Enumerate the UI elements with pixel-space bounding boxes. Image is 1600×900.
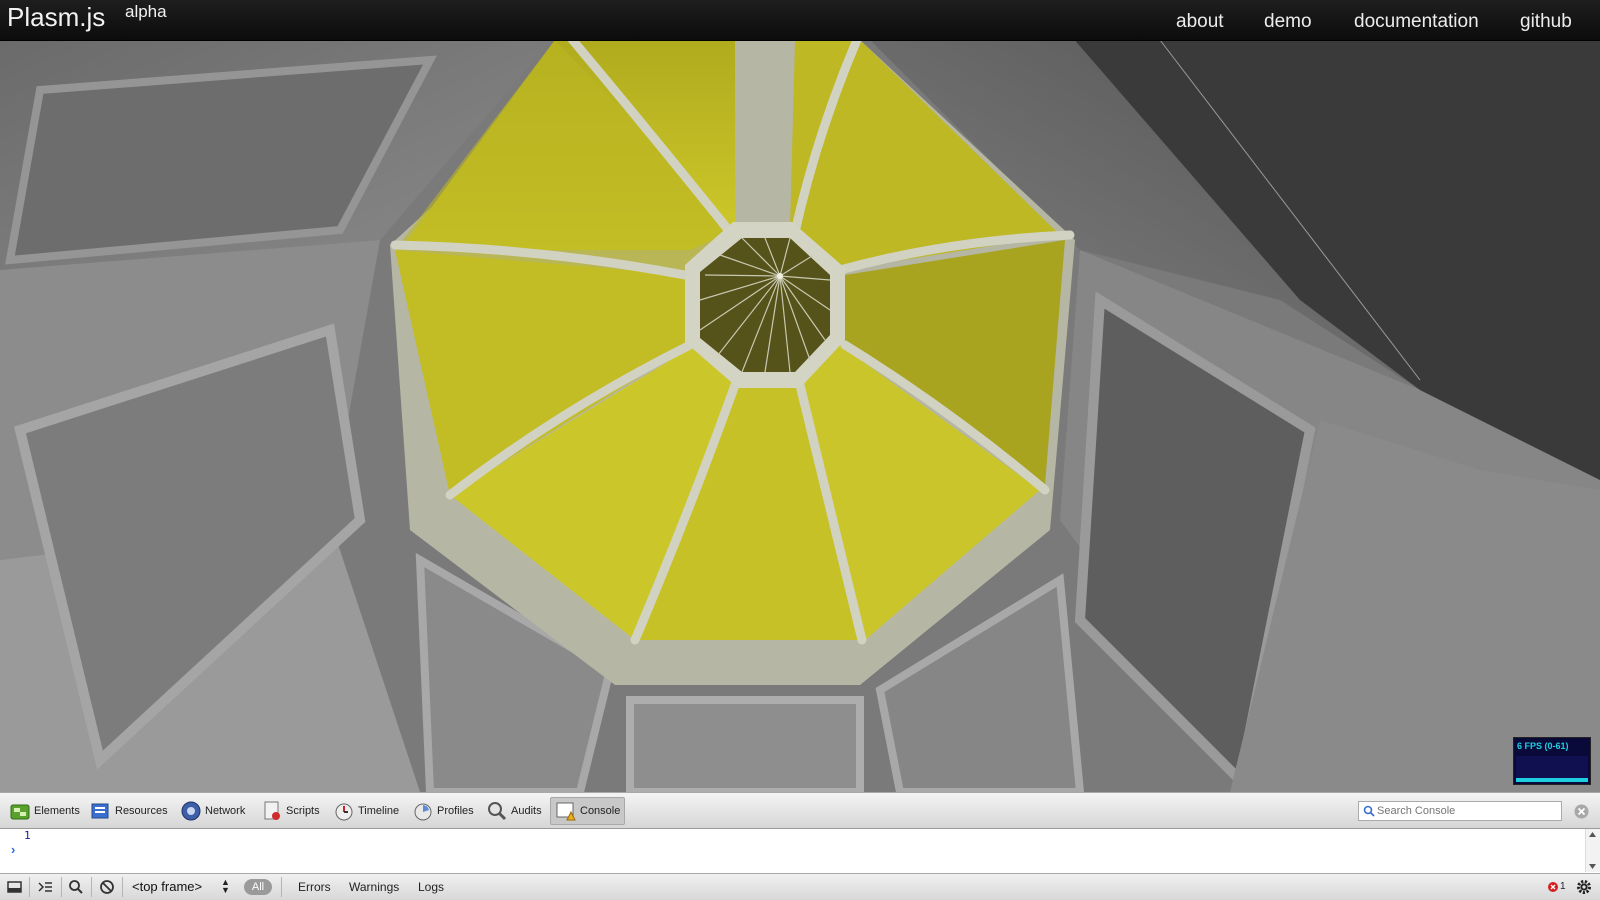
console-output[interactable]: 1 › <box>0 829 1585 872</box>
tab-console-label: Console <box>580 805 621 817</box>
chevron-updown-icon[interactable]: ▲ ▼ <box>221 878 230 895</box>
tab-elements[interactable]: Elements <box>5 797 84 825</box>
separator <box>91 877 92 897</box>
filter-logs-button[interactable]: Logs <box>418 880 444 894</box>
resources-icon <box>91 803 109 819</box>
filter-all-button[interactable]: All <box>244 879 272 895</box>
separator <box>29 877 30 897</box>
timeline-icon <box>335 803 353 821</box>
tab-audits-label: Audits <box>511 805 542 817</box>
audits-icon <box>488 802 507 821</box>
tab-profiles[interactable]: Profiles <box>408 797 478 825</box>
tab-scripts[interactable]: Scripts <box>257 797 324 825</box>
search-console-input[interactable] <box>1377 803 1557 819</box>
console-scrollbar[interactable] <box>1585 829 1600 872</box>
console-icon <box>556 802 576 821</box>
nav-link-demo[interactable]: demo <box>1264 11 1312 33</box>
scripts-icon <box>264 801 280 820</box>
dock-icon[interactable] <box>6 878 24 896</box>
top-navigation-bar: Plasm.js alpha about demo documentation … <box>0 0 1600 41</box>
search-console-box[interactable] <box>1358 801 1562 821</box>
fps-meter[interactable]: 6 FPS (0-61) <box>1513 737 1591 785</box>
separator <box>61 877 62 897</box>
network-icon <box>181 801 201 821</box>
clear-console-icon[interactable] <box>98 878 116 896</box>
tab-console[interactable]: Console <box>550 797 626 825</box>
inspect-search-icon[interactable] <box>67 878 85 896</box>
frame-selector[interactable]: <top frame> <box>132 879 202 895</box>
nav-link-github[interactable]: github <box>1520 11 1572 33</box>
tab-timeline-label: Timeline <box>358 805 400 817</box>
console-line-number: 1 <box>24 829 31 842</box>
console-drawer-icon[interactable] <box>36 878 54 896</box>
tab-network[interactable]: Network <box>176 797 249 825</box>
devtools-toolbar: Elements Resources Network Scripts Timel… <box>0 792 1600 829</box>
filter-warnings-button[interactable]: Warnings <box>349 880 399 894</box>
console-prompt-icon[interactable]: › <box>11 842 15 857</box>
filter-errors-button[interactable]: Errors <box>298 880 331 894</box>
tab-network-label: Network <box>205 805 246 817</box>
gear-icon[interactable] <box>1575 878 1593 896</box>
separator <box>281 877 282 897</box>
scroll-arrows-icon <box>1589 832 1596 869</box>
tab-resources-label: Resources <box>115 805 168 817</box>
error-counter[interactable]: 1 <box>1548 881 1566 892</box>
site-logo[interactable]: Plasm.js <box>7 2 105 33</box>
devtools-panel: Elements Resources Network Scripts Timel… <box>0 792 1600 900</box>
tab-timeline[interactable]: Timeline <box>329 797 403 825</box>
fps-graph <box>1516 756 1588 782</box>
nav-link-documentation[interactable]: documentation <box>1354 11 1479 33</box>
3d-scene-canvas[interactable] <box>0 0 1600 792</box>
error-count-value: 1 <box>1560 881 1566 892</box>
tab-audits[interactable]: Audits <box>482 797 546 825</box>
fps-meter-label: 6 FPS (0-61) <box>1517 741 1569 751</box>
tab-elements-label: Elements <box>34 805 80 817</box>
tab-profiles-label: Profiles <box>437 805 474 817</box>
close-icon[interactable] <box>1574 804 1589 819</box>
profiles-icon <box>414 803 432 821</box>
elements-icon <box>10 804 30 820</box>
separator <box>122 877 123 897</box>
tab-resources[interactable]: Resources <box>86 797 172 825</box>
devtools-status-bar: <top frame> ▲ ▼ All Errors Warnings Logs … <box>0 873 1600 900</box>
tab-scripts-label: Scripts <box>286 805 320 817</box>
error-icon <box>1548 881 1558 892</box>
search-icon <box>1363 805 1375 817</box>
logo-alpha-badge: alpha <box>125 2 167 21</box>
nav-link-about[interactable]: about <box>1176 11 1224 33</box>
